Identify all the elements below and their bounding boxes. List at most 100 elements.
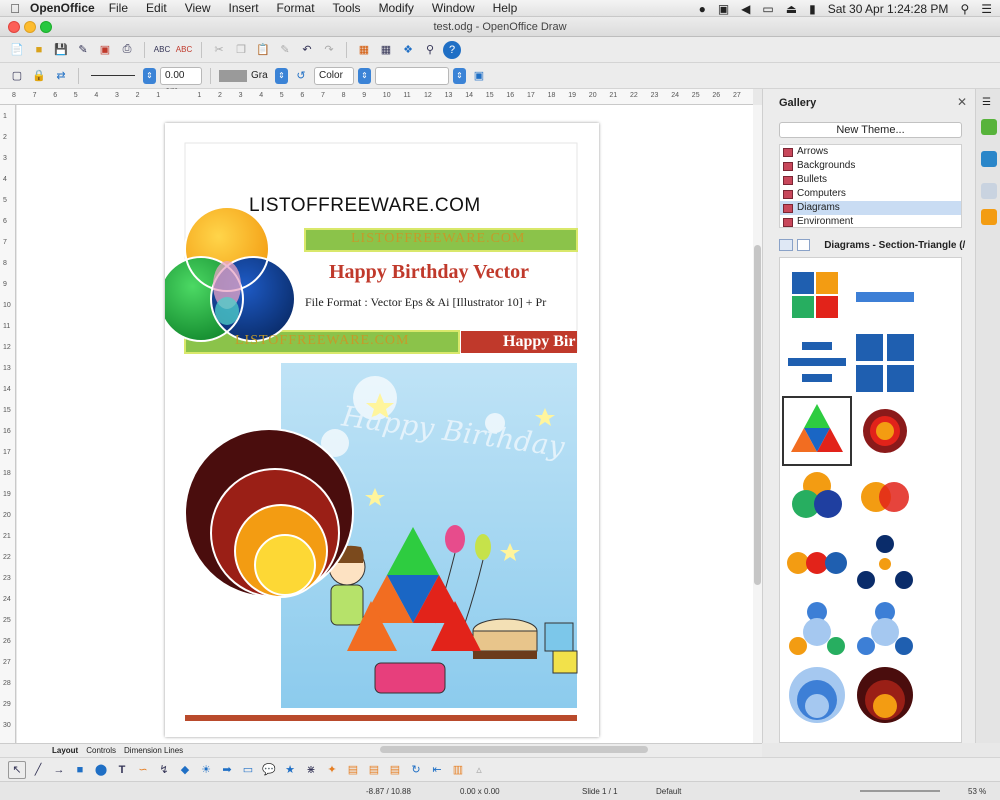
line-color-dropdown-icon[interactable]: ⇕	[275, 67, 288, 84]
lock-icon[interactable]: 🔒	[30, 67, 48, 85]
menu-file[interactable]: File	[109, 1, 128, 15]
menu-help[interactable]: Help	[493, 1, 518, 15]
align-icon[interactable]: ⇤	[428, 761, 446, 779]
tab-layout[interactable]: Layout	[52, 746, 78, 755]
rotate-icon[interactable]: ↻	[407, 761, 425, 779]
undo-icon[interactable]: ↶	[298, 41, 316, 59]
theme-item-environment[interactable]: Environment	[780, 215, 961, 227]
drawing-page[interactable]: LISTOFFREEWARE.COM LISTOFFREEWARE.COM Ha…	[158, 123, 599, 737]
chart-icon[interactable]: ▦	[355, 41, 373, 59]
stars-icon[interactable]: ★	[281, 761, 299, 779]
theme-item-computers[interactable]: Computers	[780, 187, 961, 201]
drawing-canvas[interactable]: LISTOFFREEWARE.COM LISTOFFREEWARE.COM Ha…	[17, 105, 753, 743]
gallery-thumb-quad[interactable]	[852, 330, 918, 396]
symbol-shapes-icon[interactable]: ☀	[197, 761, 215, 779]
line-style-dropdown-icon[interactable]: ⇕	[143, 67, 156, 84]
headline-text[interactable]: Happy Birthday Vector	[329, 261, 529, 284]
navigator-icon[interactable]: ❖	[399, 41, 417, 59]
horizontal-scrollbar[interactable]	[380, 746, 648, 753]
area-fill-dropdown-icon[interactable]: ⇕	[453, 67, 466, 84]
minimize-window-button[interactable]	[24, 21, 36, 33]
help-icon[interactable]: ?	[443, 40, 461, 59]
notification-icon[interactable]: ☰	[981, 2, 992, 16]
zoom-icon[interactable]: ⚲	[421, 41, 439, 59]
theme-list[interactable]: Arrows Backgrounds Bullets Computers Dia…	[779, 144, 962, 228]
eject-icon[interactable]: ⏏	[786, 2, 797, 16]
display-icon[interactable]: ▭	[762, 2, 773, 16]
green-bar-text[interactable]: LISTOFFREEWARE.COM	[351, 231, 525, 247]
area-style-dropdown-icon[interactable]: ⇕	[358, 67, 371, 84]
gallery-tab-icon[interactable]	[981, 183, 997, 199]
extrusion-icon[interactable]: ▵	[470, 761, 488, 779]
finder-icon[interactable]: ▣	[718, 2, 729, 16]
save-icon[interactable]: 💾	[52, 41, 70, 59]
arrange-icon[interactable]: ▥	[449, 761, 467, 779]
properties-tab-icon[interactable]	[981, 119, 997, 135]
select-icon[interactable]: ↖	[8, 760, 26, 779]
arrow-style-icon[interactable]: ⇄	[52, 67, 70, 85]
area-icon[interactable]: ↺	[292, 67, 310, 85]
styles-tab-icon[interactable]	[981, 151, 997, 167]
close-window-button[interactable]	[8, 21, 20, 33]
vertical-ruler[interactable]: 1 2 3 4 5 6 7 8 9 10 11 12 13 14 15 16 17 18 19 20 21 22 23 24 2…	[0, 105, 16, 743]
gallery-thumb-overlap[interactable]	[852, 464, 918, 530]
theme-item-diagrams[interactable]: Diagrams	[780, 201, 961, 215]
paste-icon[interactable]: 📋	[254, 41, 272, 59]
redo-icon[interactable]: ↷	[320, 41, 338, 59]
new-theme-button[interactable]: New Theme...	[779, 122, 962, 138]
menu-insert[interactable]: Insert	[229, 1, 259, 15]
battery-icon[interactable]: ▮	[809, 2, 816, 16]
line-color-name[interactable]: Gra	[251, 70, 271, 81]
area-style-field[interactable]: Color	[314, 66, 354, 85]
menu-window[interactable]: Window	[432, 1, 475, 15]
gallery-thumb-circles-row[interactable]	[784, 530, 850, 596]
line-color-swatch[interactable]	[219, 69, 247, 82]
points-icon[interactable]: ⋇	[302, 761, 320, 779]
volume-icon[interactable]: ◀	[741, 2, 750, 16]
icon-view-icon[interactable]	[779, 239, 793, 251]
autospell-icon[interactable]: ABC	[175, 41, 193, 59]
theme-item-arrows[interactable]: Arrows	[780, 145, 961, 159]
gallery-thumb-target[interactable]	[852, 398, 918, 464]
zoom-window-button[interactable]	[40, 21, 52, 33]
theme-item-backgrounds[interactable]: Backgrounds	[780, 159, 961, 173]
line-style-preview[interactable]	[91, 75, 135, 76]
scroll-thumb[interactable]	[754, 245, 761, 585]
new-document-icon[interactable]: 📄	[8, 41, 26, 59]
menu-format[interactable]: Format	[277, 1, 315, 15]
gallery-thumb-rings-blue[interactable]	[784, 662, 850, 728]
flowchart-icon[interactable]: ▭	[239, 761, 257, 779]
callouts-icon[interactable]: 💬	[260, 761, 278, 779]
file-format-text[interactable]: File Format : Vector Eps & Ai [Illustrat…	[305, 295, 577, 310]
menu-modify[interactable]: Modify	[379, 1, 414, 15]
shadow-icon[interactable]: ▣	[470, 67, 488, 85]
gallery-thumb-section-triangle[interactable]	[782, 396, 852, 466]
ellipse-icon[interactable]: ⬤	[92, 761, 110, 779]
glue-points-icon[interactable]: ✦	[323, 761, 341, 779]
zoom-slider[interactable]	[860, 790, 940, 792]
zoom-level[interactable]: 53 %	[968, 787, 986, 796]
fontwork-icon[interactable]: ▤	[344, 761, 362, 779]
gallery-thumb-cluster-a[interactable]	[784, 596, 850, 662]
red-bar-text[interactable]: Happy Bir	[503, 333, 577, 351]
vertical-scrollbar[interactable]	[753, 105, 762, 743]
export-pdf-icon[interactable]: ▣	[96, 41, 114, 59]
green-bar2-text[interactable]: LISTOFFREEWARE.COM	[235, 333, 409, 349]
connector-icon[interactable]: ↯	[155, 761, 173, 779]
from-file-icon[interactable]: ▤	[365, 761, 383, 779]
table-icon[interactable]: ▦	[377, 41, 395, 59]
creative-cloud-icon[interactable]: ●	[699, 2, 706, 16]
gallery-thumb-cluster-b[interactable]	[852, 596, 918, 662]
sidebar-menu-icon[interactable]: ☰	[982, 97, 991, 108]
tab-dimension-lines[interactable]: Dimension Lines	[124, 746, 183, 755]
search-icon[interactable]: ⚲	[960, 2, 969, 16]
gallery-thumb-tri-circles[interactable]	[852, 530, 918, 596]
line-tool-icon[interactable]: ╱	[29, 761, 47, 779]
cut-icon[interactable]: ✂	[210, 41, 228, 59]
apple-icon[interactable]: 	[0, 1, 30, 16]
gallery-thumbnails[interactable]	[779, 257, 962, 743]
spellcheck-icon[interactable]: ABC	[153, 41, 171, 59]
gallery-thumb-bar[interactable]	[852, 264, 918, 330]
navigator-tab-icon[interactable]	[981, 209, 997, 225]
rectangle-icon[interactable]: ■	[71, 761, 89, 779]
